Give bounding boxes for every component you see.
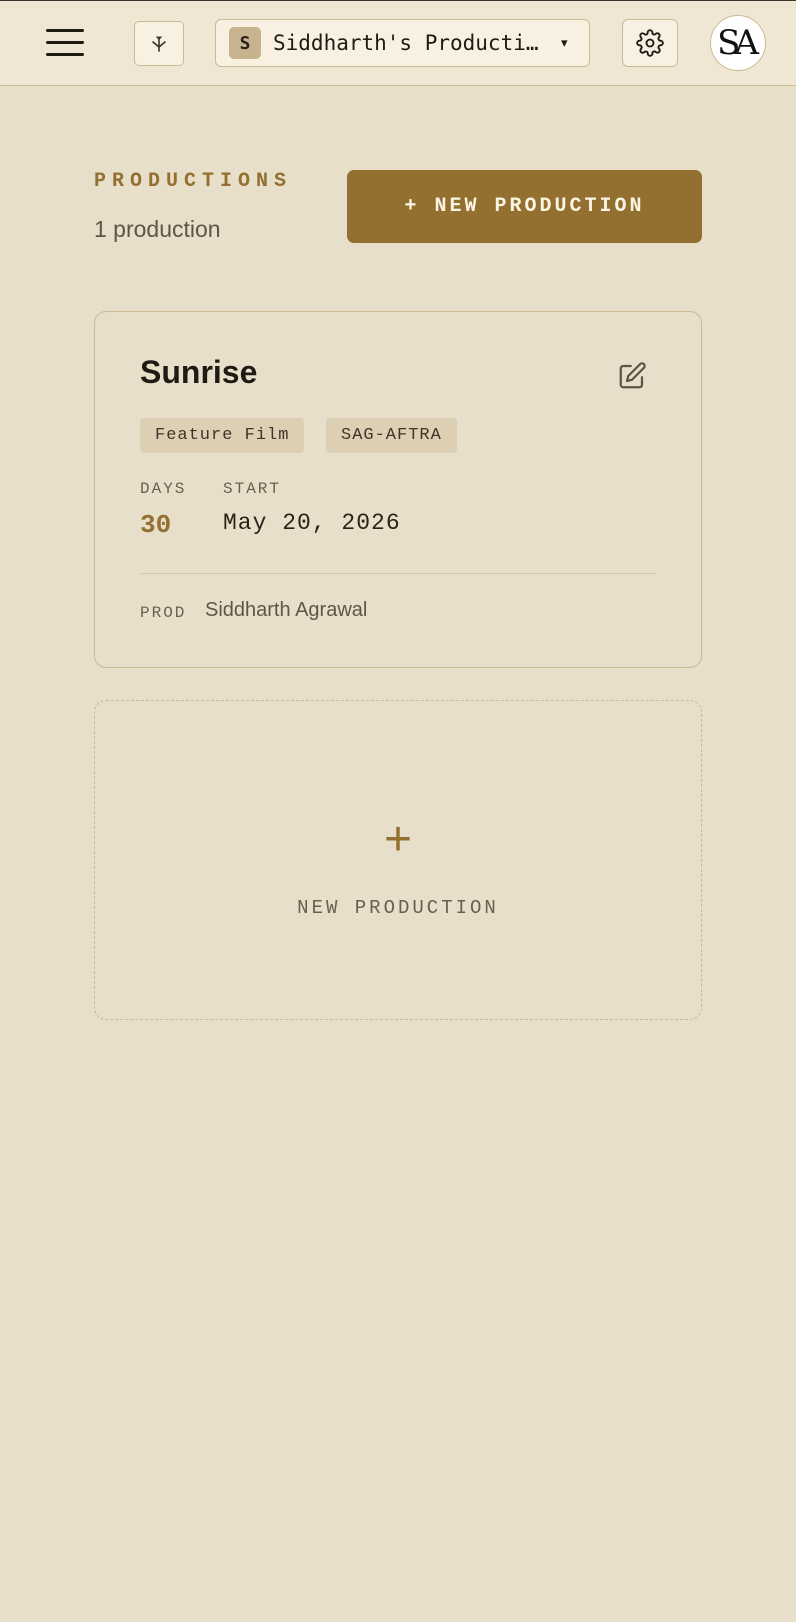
producer-label: PROD	[140, 604, 187, 622]
days-value: 30	[140, 510, 172, 540]
production-title: Sunrise	[140, 354, 258, 390]
tag-union: SAG-AFTRA	[326, 418, 457, 453]
producer-name: Siddharth Agrawal	[205, 599, 368, 621]
new-production-card-label: NEW PRODUCTION	[297, 897, 499, 919]
section-title: PRODUCTIONS	[94, 170, 293, 193]
production-card[interactable]: Sunrise Feature Film SAG-AFTRA DAYS STAR…	[94, 311, 702, 668]
start-date-value: May 20, 2026	[223, 510, 401, 536]
settings-button[interactable]	[622, 19, 678, 67]
logo-button[interactable]	[134, 21, 184, 66]
sprout-logo-icon	[152, 35, 166, 52]
org-name: Siddharth's Producti…	[273, 31, 539, 55]
chevron-down-icon: ▾	[561, 35, 568, 50]
plus-icon: +	[383, 813, 413, 866]
new-production-card[interactable]: + NEW PRODUCTION	[94, 700, 702, 1020]
organization-selector[interactable]: S Siddharth's Producti… ▾	[215, 19, 590, 67]
org-badge: S	[229, 27, 261, 59]
tag-type: Feature Film	[140, 418, 305, 453]
gear-icon	[636, 29, 664, 57]
user-avatar[interactable]: SA	[710, 15, 766, 71]
production-count: 1 production	[94, 216, 221, 242]
menu-icon[interactable]	[46, 27, 84, 59]
divider	[140, 573, 656, 574]
start-label: START	[223, 480, 282, 498]
top-edge-line	[0, 0, 796, 1]
new-production-button[interactable]: + NEW PRODUCTION	[347, 170, 702, 243]
days-label: DAYS	[140, 480, 187, 498]
edit-icon[interactable]	[617, 361, 647, 391]
top-bar: S Siddharth's Producti… ▾ SA	[0, 0, 796, 86]
